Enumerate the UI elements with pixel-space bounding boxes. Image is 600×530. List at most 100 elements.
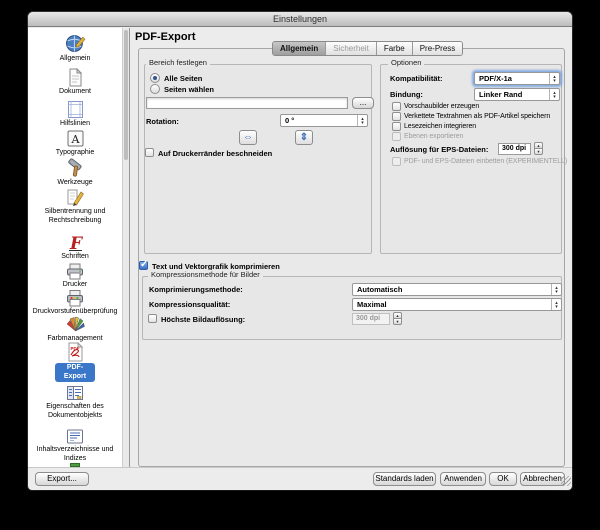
sidebar-item-typographie[interactable]: A Typographie [28, 129, 122, 158]
articles-label: Verkettete Textrahmen als PDF-Artikel sp… [404, 113, 550, 120]
ok-button[interactable]: OK [489, 472, 517, 486]
thumbnails-checkbox[interactable] [392, 102, 401, 111]
compression-group-label: Kompressionsmethode für Bilder [148, 270, 263, 279]
sidebar-item-farbmanagement[interactable]: Farbmanagement [28, 315, 122, 344]
sidebar-item-label: Werkzeuge [28, 179, 122, 188]
resize-grip-icon[interactable] [561, 476, 571, 486]
compression-method-dropdown[interactable]: Automatisch ▴▾ [352, 283, 562, 296]
sidebar-item-schriften[interactable]: F Schriften [28, 233, 122, 262]
tab-sicherheit[interactable]: Sicherheit [325, 42, 376, 55]
guides-icon [67, 100, 84, 119]
flip-horizontal-button[interactable]: ⇔ [239, 130, 257, 145]
compression-quality-label: Kompressionsqualität: [149, 300, 230, 309]
thumbnails-label: Vorschaubilder erzeugen [404, 103, 479, 110]
load-defaults-button[interactable]: Standards laden [373, 472, 436, 486]
stepper-down-icon: ▾ [393, 318, 402, 325]
max-resolution-spinner: 300 dpi [352, 313, 390, 325]
all-pages-radio[interactable] [150, 73, 160, 83]
binding-value: Linker Rand [475, 90, 549, 99]
sidebar-item-label-selected: PDF-Export [55, 363, 95, 382]
apply-button[interactable]: Anwenden [440, 472, 486, 486]
sidebar-item-druckvorstufe[interactable]: Druckvorstufenüberprüfung [28, 289, 122, 317]
check-icon: ✓ [140, 259, 148, 270]
window-titlebar[interactable]: Einstellungen [28, 12, 572, 27]
layers-checkbox [392, 132, 401, 141]
dropdown-stepper-icon: ▴▾ [551, 299, 561, 310]
sidebar-item-label: Typographie [28, 149, 122, 158]
sidebar-item-label: Hilfslinien [28, 120, 122, 129]
range-group-label: Bereich festlegen [146, 58, 210, 67]
max-resolution-checkbox[interactable] [148, 314, 157, 323]
color-fan-icon [65, 315, 86, 334]
layers-label: Ebenen exportieren [404, 133, 463, 140]
sidebar-item-allgemein[interactable]: Allgemein [28, 33, 122, 64]
footer-divider [28, 467, 572, 468]
sidebar-item-objekteigenschaften[interactable]: Eigenschaften des Dokumentobjekts [28, 384, 122, 420]
toc-icon [65, 428, 85, 445]
clip-to-margins-checkbox[interactable] [145, 148, 154, 157]
preflight-icon [65, 289, 85, 307]
sidebar-item-pdf-export[interactable]: PDF PDF-Export [28, 342, 122, 383]
sidebar-item-label: Allgemein [28, 55, 122, 64]
compression-method-label: Komprimierungsmethode: [149, 285, 243, 294]
pdf-icon: PDF [66, 342, 84, 362]
cancel-button[interactable]: Abbrechen [520, 472, 565, 486]
printer-icon [65, 262, 85, 280]
hammer-icon [65, 158, 85, 178]
pencil-icon [66, 188, 85, 207]
dropdown-stepper-icon: ▴▾ [549, 73, 559, 84]
max-resolution-label: Höchste Bildauflösung: [161, 315, 245, 324]
articles-checkbox[interactable] [392, 112, 401, 121]
compatibility-label: Kompatibilität: [390, 74, 443, 83]
sidebar-item-label: Inhaltsverzeichnisse und Indizes [28, 446, 122, 463]
compress-text-checkbox[interactable]: ✓ [139, 261, 148, 270]
sidebar-scrollbar[interactable] [122, 28, 130, 467]
typography-icon: A [66, 129, 85, 148]
flip-vertical-button[interactable]: ⇕ [295, 130, 313, 145]
sidebar-item-drucker[interactable]: Drucker [28, 262, 122, 290]
sidebar-item-werkzeuge[interactable]: Werkzeuge [28, 158, 122, 188]
rotation-dropdown[interactable]: 0 ° ▴▾ [280, 114, 368, 127]
rotation-value: 0 ° [281, 116, 357, 125]
dropdown-stepper-icon: ▴▾ [551, 284, 561, 295]
sidebar-scrollbar-thumb[interactable] [124, 30, 128, 160]
preferences-window: Einstellungen Allgemein Dokument Hilfsli… [28, 12, 572, 490]
embed-pdf-eps-checkbox [392, 157, 401, 166]
compatibility-dropdown[interactable]: PDF/X-1a ▴▾ [474, 72, 560, 85]
tab-prepress[interactable]: Pre-Press [412, 42, 463, 55]
compression-quality-value: Maximal [353, 300, 551, 309]
item-properties-icon [65, 384, 85, 402]
bookmarks-label: Lesezeichen integrieren [404, 123, 476, 130]
stepper-down-icon[interactable]: ▾ [534, 148, 543, 155]
fonts-icon: F [66, 233, 85, 252]
sidebar-item-dokument[interactable]: Dokument [28, 68, 122, 97]
radio-dot-icon [153, 76, 157, 80]
document-icon [66, 68, 84, 87]
dropdown-stepper-icon: ▴▾ [549, 89, 559, 100]
sidebar-item-hilfslinien[interactable]: Hilfslinien [28, 100, 122, 129]
max-resolution-stepper: ▴ ▾ [393, 312, 402, 325]
sidebar-item-silbentrennung[interactable]: Silbentrennung und Rechtschreibung [28, 188, 122, 225]
pages-input[interactable] [146, 97, 348, 109]
eps-resolution-spinner[interactable]: 300 dpi [498, 143, 531, 155]
tab-allgemein[interactable]: Allgemein [273, 42, 325, 55]
compatibility-value: PDF/X-1a [475, 74, 549, 83]
choose-pages-label: Seiten wählen [164, 85, 214, 94]
all-pages-label: Alle Seiten [164, 74, 202, 83]
flip-vertical-icon: ⇕ [300, 132, 308, 143]
category-sidebar: Allgemein Dokument Hilfslinien A Typogra… [28, 28, 122, 467]
choose-pages-radio[interactable] [150, 84, 160, 94]
clip-to-margins-label: Auf Druckerränder beschneiden [158, 149, 272, 158]
compression-quality-dropdown[interactable]: Maximal ▴▾ [352, 298, 562, 311]
tab-farbe[interactable]: Farbe [376, 42, 412, 55]
bookmarks-checkbox[interactable] [392, 122, 401, 131]
svg-text:F: F [68, 234, 83, 252]
browse-pages-button[interactable]: ... [352, 97, 374, 109]
eps-resolution-label: Auflösung für EPS-Dateien: [390, 145, 488, 154]
svg-text:PDF: PDF [71, 346, 80, 351]
binding-dropdown[interactable]: Linker Rand ▴▾ [474, 88, 560, 101]
export-button[interactable]: Export... [35, 472, 89, 486]
sidebar-item-inhaltsverzeichnisse[interactable]: Inhaltsverzeichnisse und Indizes [28, 428, 122, 463]
eps-resolution-stepper[interactable]: ▴ ▾ [534, 142, 543, 155]
tab-bar: Allgemein Sicherheit Farbe Pre-Press [272, 41, 463, 56]
